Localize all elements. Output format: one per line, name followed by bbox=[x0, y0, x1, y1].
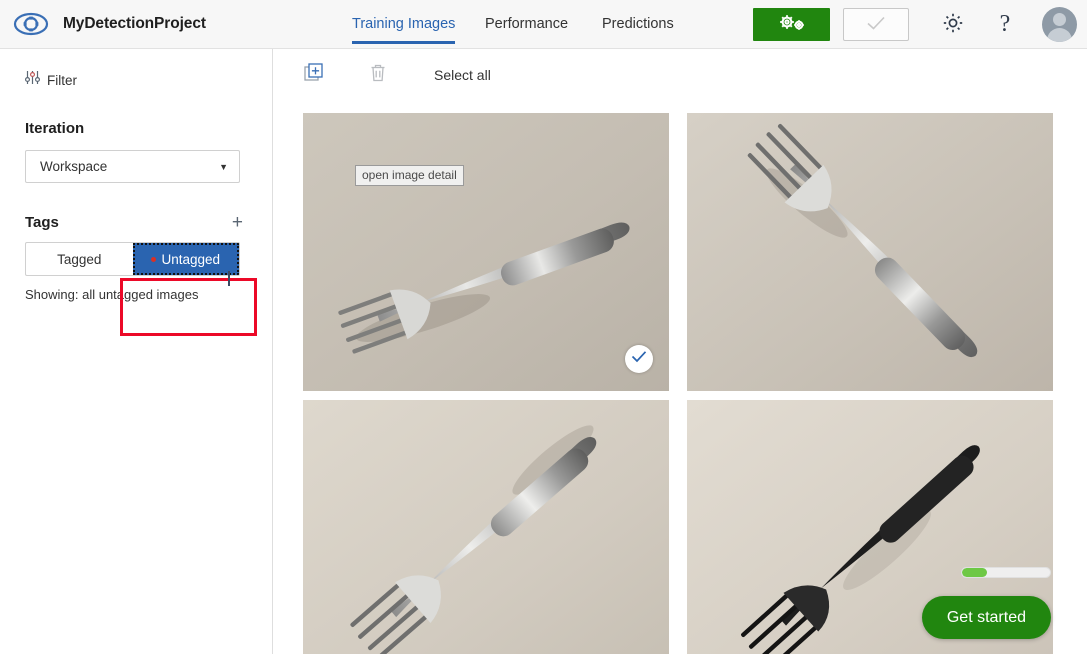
tags-header: Tags + bbox=[25, 213, 243, 232]
image-thumbnail[interactable]: open image detail bbox=[303, 113, 669, 391]
fork-photo-2 bbox=[687, 113, 1053, 391]
tab-predictions-label: Predictions bbox=[602, 15, 674, 32]
image-selected-badge[interactable] bbox=[625, 345, 653, 373]
gears-icon bbox=[775, 13, 809, 36]
avatar-head bbox=[1053, 13, 1066, 26]
filter-label: Filter bbox=[47, 72, 77, 88]
tag-dot-icon bbox=[151, 256, 157, 262]
trash-icon bbox=[369, 63, 387, 86]
settings-button[interactable] bbox=[938, 10, 968, 40]
app-root: MyDetectionProject Training Images Perfo… bbox=[0, 0, 1087, 654]
brand-area: MyDetectionProject bbox=[0, 11, 206, 37]
sliders-icon bbox=[25, 70, 41, 90]
delete-button[interactable] bbox=[358, 58, 398, 92]
fork-photo-3 bbox=[303, 400, 669, 654]
image-tooltip: open image detail bbox=[355, 165, 464, 186]
main-content: Select all open image detail bbox=[274, 49, 1087, 654]
tag-option-untagged[interactable]: Untagged bbox=[132, 243, 239, 275]
iteration-title: Iteration bbox=[25, 120, 85, 137]
tag-option-tagged-label: Tagged bbox=[57, 251, 102, 267]
filter-button[interactable]: Filter bbox=[0, 69, 272, 91]
iteration-select[interactable]: Workspace ▼ bbox=[25, 150, 240, 183]
gear-icon bbox=[942, 12, 964, 37]
select-all-button[interactable]: Select all bbox=[434, 67, 491, 83]
project-title: MyDetectionProject bbox=[63, 15, 206, 32]
avatar[interactable] bbox=[1042, 7, 1077, 42]
train-button[interactable] bbox=[753, 8, 830, 41]
tab-training-images-label: Training Images bbox=[352, 15, 456, 32]
tags-title: Tags bbox=[25, 214, 59, 231]
tag-filter-toggle: Tagged Untagged bbox=[25, 242, 240, 276]
showing-status-text: Showing: all untagged images bbox=[25, 287, 199, 302]
checkmark-icon bbox=[631, 350, 647, 368]
tag-option-untagged-label: Untagged bbox=[161, 251, 221, 267]
plus-icon[interactable]: + bbox=[232, 213, 243, 232]
fork-photo-1 bbox=[303, 113, 669, 391]
eye-gear-icon bbox=[13, 11, 49, 37]
quick-test-button[interactable] bbox=[843, 8, 909, 41]
checkmark-icon bbox=[865, 15, 887, 34]
onboarding-progress-bar bbox=[961, 567, 1051, 578]
chevron-down-icon: ▼ bbox=[219, 161, 228, 172]
iteration-select-value: Workspace bbox=[40, 159, 108, 174]
image-thumbnail[interactable] bbox=[687, 113, 1053, 391]
annotation-caret bbox=[228, 271, 230, 286]
get-started-button[interactable]: Get started bbox=[921, 596, 1051, 639]
app-header: MyDetectionProject Training Images Perfo… bbox=[0, 0, 1087, 49]
add-images-button[interactable] bbox=[294, 58, 334, 92]
help-button[interactable]: ? bbox=[990, 10, 1020, 40]
add-images-icon bbox=[304, 63, 324, 86]
onboarding-progress-fill bbox=[962, 568, 987, 577]
tab-performance[interactable]: Performance bbox=[485, 0, 602, 49]
main-nav-tabs: Training Images Performance Predictions bbox=[352, 0, 722, 49]
tag-option-tagged[interactable]: Tagged bbox=[26, 243, 133, 275]
image-grid: open image detail bbox=[303, 113, 1053, 654]
header-actions: ? bbox=[753, 0, 1077, 49]
sidebar: Filter Iteration Workspace ▼ Tags + Tagg… bbox=[0, 49, 273, 654]
tab-training-images[interactable]: Training Images bbox=[352, 0, 485, 49]
images-toolbar: Select all bbox=[274, 49, 1087, 100]
avatar-body bbox=[1047, 28, 1072, 42]
image-thumbnail[interactable] bbox=[303, 400, 669, 654]
tab-performance-label: Performance bbox=[485, 15, 569, 32]
tab-predictions[interactable]: Predictions bbox=[602, 0, 722, 49]
